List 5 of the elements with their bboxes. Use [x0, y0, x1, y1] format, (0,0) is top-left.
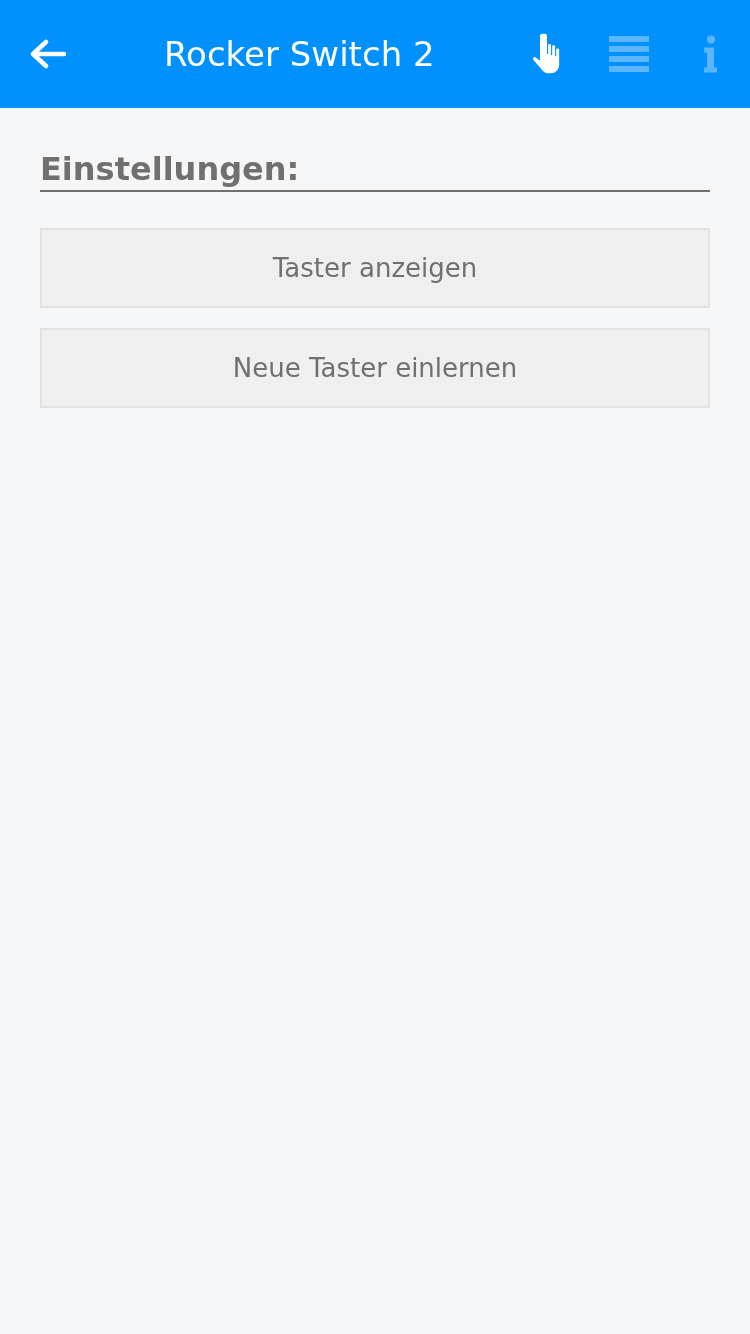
menu-button[interactable]: Neue Taster einlernen	[40, 328, 710, 408]
back-arrow-icon[interactable]	[30, 39, 66, 69]
screen-title: Rocker Switch 2	[164, 34, 435, 74]
menu-button[interactable]: Taster anzeigen	[40, 228, 710, 308]
section-heading: Einstellungen:	[40, 148, 710, 192]
